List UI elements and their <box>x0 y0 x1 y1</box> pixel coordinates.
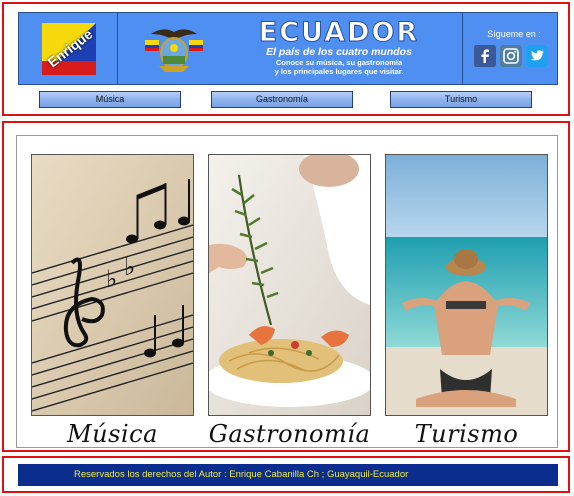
content-panel: ♭ ♭ Música Gastronomía Turismo <box>16 135 558 448</box>
card-caption-gastronomia: Gastronomía <box>208 420 371 448</box>
nav-musica-button[interactable]: Música <box>39 91 181 108</box>
facebook-icon <box>474 45 496 67</box>
nav-turismo-button[interactable]: Turismo <box>390 91 532 108</box>
svg-text:♭: ♭ <box>124 253 135 281</box>
card-gastronomia[interactable] <box>208 154 371 416</box>
nav-gastronomia-button[interactable]: Gastronomía <box>211 91 353 108</box>
page-subtitle: El país de los cuatro mundos <box>266 46 412 58</box>
instagram-icon <box>500 45 522 67</box>
header-section: Enrique ECUADOR El país de los cuatro mu… <box>2 2 570 116</box>
instagram-link[interactable] <box>500 45 522 67</box>
follow-label: Sígueme en : <box>487 29 541 39</box>
card-turismo[interactable] <box>385 154 548 416</box>
twitter-link[interactable] <box>526 45 548 67</box>
tagline-line: y los principales lugares que visitar. <box>274 67 404 76</box>
page-title: ECUADOR <box>258 17 420 48</box>
banner-divider <box>462 13 463 85</box>
coat-of-arms-icon <box>145 29 203 72</box>
facebook-link[interactable] <box>474 45 496 67</box>
beach-woman-image <box>386 155 547 415</box>
svg-text:♭: ♭ <box>106 265 117 293</box>
header-banner: Enrique ECUADOR El país de los cuatro mu… <box>18 12 558 85</box>
twitter-icon <box>526 45 548 67</box>
sheet-music-image: ♭ ♭ <box>32 155 193 415</box>
page-tagline: Conoce su música, su gastronomía y los p… <box>229 58 449 76</box>
card-musica[interactable]: ♭ ♭ <box>31 154 194 416</box>
banner-divider <box>117 13 118 85</box>
footer-section: Reservados los derechos del Autor : Enri… <box>2 456 570 493</box>
site-logo[interactable]: Enrique <box>42 23 96 75</box>
footer-bar: Reservados los derechos del Autor : Enri… <box>18 464 558 486</box>
main-section: ♭ ♭ Música Gastronomía Turismo <box>2 121 570 452</box>
card-caption-musica: Música <box>67 420 158 448</box>
plated-food-image <box>209 155 370 415</box>
copyright-text: Reservados los derechos del Autor : Enri… <box>74 469 409 480</box>
tagline-line: Conoce su música, su gastronomía <box>275 58 403 67</box>
card-caption-turismo: Turismo <box>414 420 519 448</box>
